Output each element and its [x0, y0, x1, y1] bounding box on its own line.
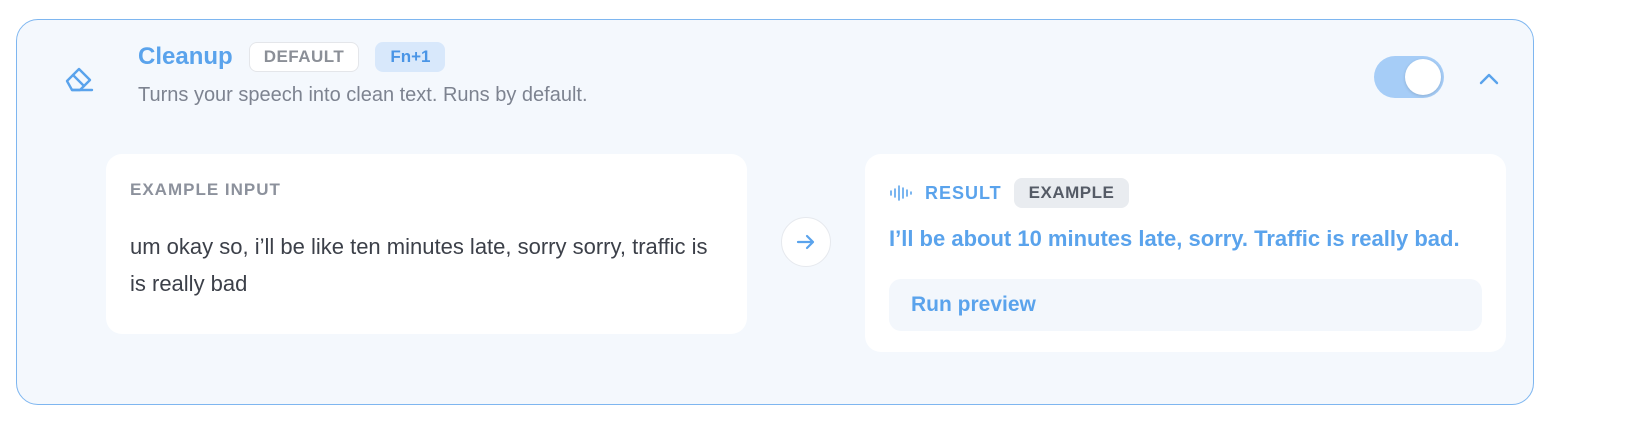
result-text: I’ll be about 10 minutes late, sorry. Tr… [889, 226, 1460, 251]
example-badge: EXAMPLE [1013, 178, 1130, 208]
run-preview-button[interactable]: Run preview [889, 279, 1482, 331]
mode-description: Turns your speech into clean text. Runs … [138, 84, 588, 106]
result-label: RESULT [925, 182, 1002, 203]
example-input-label: EXAMPLE INPUT [130, 180, 281, 199]
mode-enabled-toggle[interactable] [1374, 56, 1444, 98]
example-input-panel: EXAMPLE INPUT um okay so, i’ll be like t… [106, 154, 747, 334]
eraser-icon [59, 58, 99, 98]
toggle-knob [1405, 59, 1441, 95]
shortcut-badge: Fn+1 [375, 42, 446, 72]
arrow-right-icon [781, 217, 831, 267]
waveform-icon [890, 185, 912, 201]
mode-header: Cleanup DEFAULT Fn+1 [138, 42, 446, 72]
chevron-up-icon [1479, 73, 1499, 85]
default-badge: DEFAULT [248, 42, 360, 72]
collapse-button[interactable] [1475, 65, 1503, 93]
mode-card: Cleanup DEFAULT Fn+1 Turns your speech i… [16, 19, 1534, 405]
mode-title: Cleanup [138, 43, 233, 70]
example-input-text: um okay so, i’ll be like ten minutes lat… [130, 234, 708, 296]
result-header: RESULT EXAMPLE [889, 178, 1130, 208]
result-panel: RESULT EXAMPLE I’ll be about 10 minutes … [865, 154, 1506, 352]
